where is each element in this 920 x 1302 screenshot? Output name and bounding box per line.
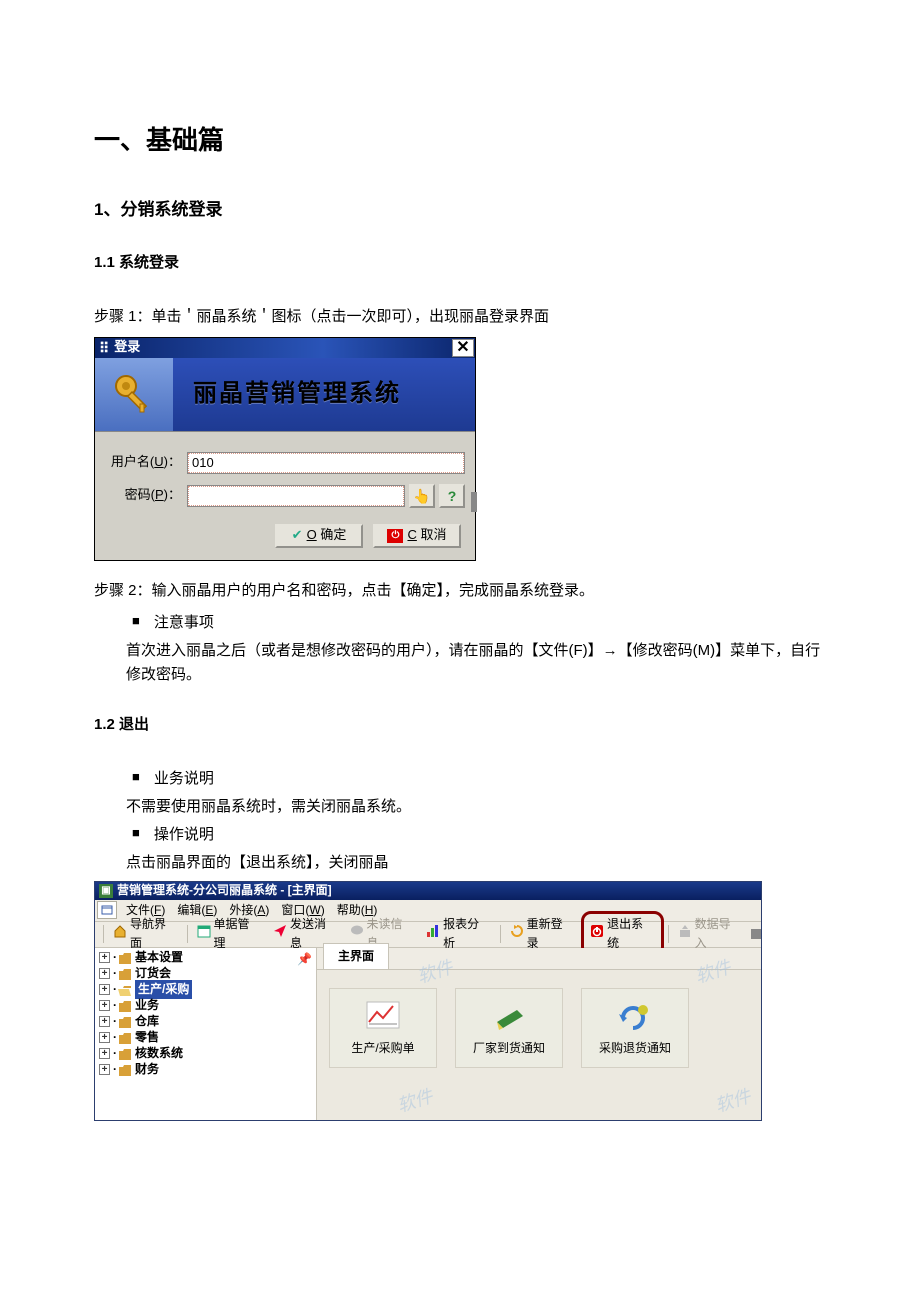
- app-icon: ▣: [99, 884, 113, 898]
- tree-expander-icon[interactable]: +: [99, 952, 110, 963]
- app-title: 营销管理系统-分公司丽晶系统 - [主界面]: [117, 881, 332, 900]
- return-icon: [617, 997, 653, 1033]
- tree-item-label: 财务: [135, 1060, 159, 1079]
- main-tab[interactable]: 主界面: [323, 943, 389, 969]
- heading-level-1: 一、基础篇: [94, 120, 826, 162]
- folder-closed-icon: [118, 952, 132, 964]
- watermark: 软件: [711, 1082, 754, 1121]
- heading-level-2: 1、分销系统登录: [94, 196, 826, 223]
- login-title: 登录: [114, 337, 140, 358]
- tree-item-零售[interactable]: +·零售: [95, 1030, 316, 1046]
- tree-expander-icon[interactable]: +: [99, 1064, 110, 1075]
- ok-button[interactable]: ✔ O 确定: [275, 524, 363, 548]
- main-area: 软件 软件 软件 软件 主界面 生产/采购单 厂家到货通知: [317, 948, 761, 1120]
- book-icon: [491, 997, 527, 1033]
- tree-expander-icon[interactable]: +: [99, 1000, 110, 1011]
- close-button[interactable]: ✕: [452, 339, 474, 357]
- btn-arrival-notice[interactable]: 厂家到货通知: [455, 988, 563, 1068]
- folder-closed-icon: [118, 968, 132, 980]
- help-button[interactable]: ?: [439, 484, 465, 508]
- login-banner: 丽晶营销管理系统: [95, 358, 475, 432]
- app-titlebar: ▣ 营销管理系统-分公司丽晶系统 - [主界面]: [95, 882, 761, 900]
- import-icon: [678, 924, 692, 944]
- nav-tree: 📌 +·基本设置+·订货会+·生产/采购+·业务+·仓库+·零售+·核数系统+·…: [95, 948, 317, 1120]
- bullet-marker: ■: [132, 823, 140, 847]
- folder-closed-icon: [118, 1016, 132, 1028]
- folder-closed-icon: [118, 1064, 132, 1076]
- paragraph-step2: 步骤 2：输入丽晶用户的用户名和密码，点击【确定】，完成丽晶系统登录。: [94, 579, 826, 603]
- tree-item-生产/采购[interactable]: +·生产/采购: [95, 982, 316, 998]
- purchase-chart-icon: [365, 997, 401, 1033]
- folder-closed-icon: [118, 1048, 132, 1060]
- bar-chart-icon: [426, 924, 440, 944]
- folder-closed-icon: [118, 1000, 132, 1012]
- op-label: 操作说明: [154, 823, 214, 847]
- tree-expander-icon[interactable]: +: [99, 968, 110, 979]
- folder-open-icon: [118, 984, 132, 996]
- tree-item-基本设置[interactable]: +·基本设置: [95, 950, 316, 966]
- help-icon: ?: [448, 485, 457, 507]
- cancel-button[interactable]: ⏻ C 取消: [373, 524, 461, 548]
- bullet-marker: ■: [132, 767, 140, 791]
- password-label: 密码(P)：: [105, 485, 187, 506]
- home-icon: [113, 924, 127, 944]
- exit-icon: [590, 924, 604, 944]
- app-window: ▣ 营销管理系统-分公司丽晶系统 - [主界面] 文件(F) 编辑(E) 外接(…: [94, 881, 762, 1121]
- btn-return-notice[interactable]: 采购退货通知: [581, 988, 689, 1068]
- tree-item-订货会[interactable]: +·订货会: [95, 966, 316, 982]
- paragraph-step1: 步骤 1：单击＇丽晶系统＇图标（点击一次即可），出现丽晶登录界面: [94, 305, 826, 329]
- heading-section-12: 1.2 退出: [94, 713, 826, 737]
- bullet-marker: ■: [132, 611, 140, 635]
- close-icon: ✕: [456, 335, 469, 361]
- softkeyboard-button[interactable]: 👆: [409, 484, 435, 508]
- btn-purchase-order[interactable]: 生产/采购单: [329, 988, 437, 1068]
- relogin-icon: [510, 924, 524, 944]
- tree-expander-icon[interactable]: +: [99, 1032, 110, 1043]
- tree-item-仓库[interactable]: +·仓库: [95, 1014, 316, 1030]
- note-label: 注意事项: [154, 611, 214, 635]
- titlebar-icon: ⠿: [99, 337, 110, 359]
- pin-icon[interactable]: 📌: [297, 950, 312, 969]
- folder-closed-icon: [118, 1032, 132, 1044]
- tree-item-核数系统[interactable]: +·核数系统: [95, 1046, 316, 1062]
- tree-expander-icon[interactable]: +: [99, 984, 110, 995]
- hand-icon: 👆: [413, 485, 430, 507]
- username-input[interactable]: [187, 452, 465, 474]
- send-icon: [273, 924, 287, 944]
- power-icon: ⏻: [387, 529, 403, 543]
- login-dialog: ⠿ 登录 ✕ 丽晶营销管理系统 用户名(U)： 密码(P)：: [94, 337, 476, 561]
- app-toolbar: 导航界面 单据管理 发送消息 未读信息 报表分析 重新登录 退出系统: [95, 922, 761, 948]
- calendar-icon: [197, 924, 211, 944]
- login-titlebar: ⠿ 登录 ✕: [95, 338, 475, 358]
- tree-expander-icon[interactable]: +: [99, 1048, 110, 1059]
- side-expand-tab[interactable]: [471, 492, 477, 512]
- tree-expander-icon[interactable]: +: [99, 1016, 110, 1027]
- biz-label: 业务说明: [154, 767, 214, 791]
- chat-icon: [350, 924, 364, 944]
- username-label: 用户名(U)：: [105, 452, 187, 473]
- check-icon: ✔: [292, 525, 303, 546]
- password-input[interactable]: [187, 485, 405, 507]
- heading-level-3: 1.1 系统登录: [94, 251, 826, 275]
- watermark: 软件: [393, 1082, 436, 1121]
- toolbar-overflow[interactable]: [751, 929, 761, 939]
- key-icon: [95, 358, 173, 431]
- biz-body: 不需要使用丽晶系统时，需关闭丽晶系统。: [94, 795, 826, 819]
- note-body: 首次进入丽晶之后（或者是想修改密码的用户），请在丽晶的【文件(F)】→【修改密码…: [94, 639, 826, 687]
- tree-item-财务[interactable]: +·财务: [95, 1062, 316, 1078]
- login-banner-title: 丽晶营销管理系统: [193, 375, 401, 413]
- op-body: 点击丽晶界面的【退出系统】，关闭丽晶: [94, 851, 826, 875]
- tree-item-业务[interactable]: +·业务: [95, 998, 316, 1014]
